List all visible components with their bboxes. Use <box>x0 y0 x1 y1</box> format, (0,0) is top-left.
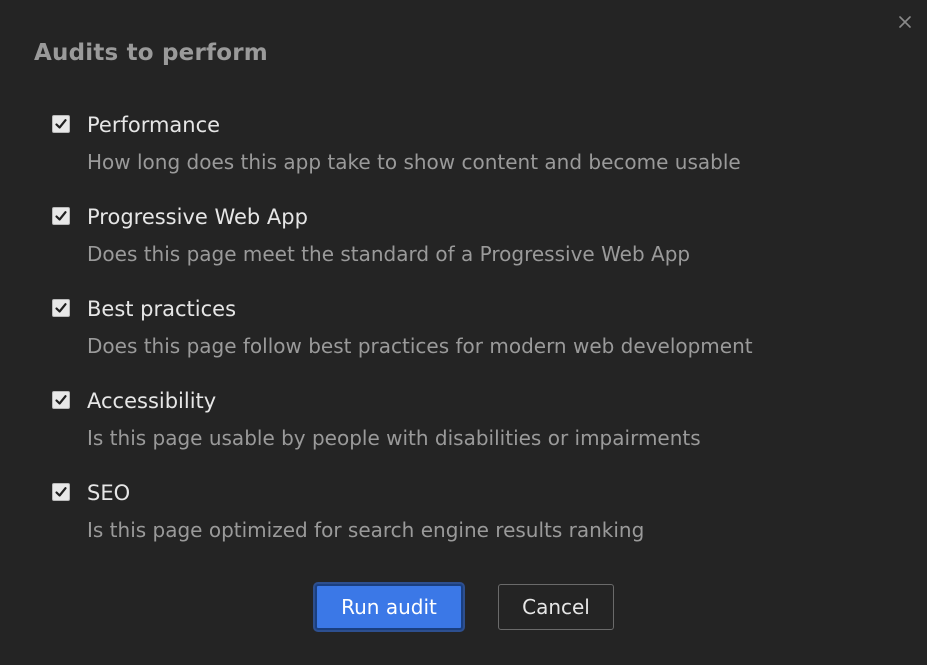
audit-label: Best practices <box>87 297 237 321</box>
audit-item-best-practices[interactable]: Best practices Does this page follow bes… <box>52 294 872 386</box>
checkbox-seo[interactable] <box>52 483 70 501</box>
audit-description: Does this page meet the standard of a Pr… <box>87 242 691 266</box>
audit-item-performance[interactable]: Performance How long does this app take … <box>52 110 872 202</box>
checkbox-accessibility[interactable] <box>52 391 70 409</box>
button-row: Run audit Cancel <box>0 584 927 632</box>
checkmark-icon <box>55 303 67 313</box>
audit-label: Performance <box>87 113 221 137</box>
dialog-title: Audits to perform <box>34 40 268 66</box>
audit-description: Is this page optimized for search engine… <box>87 518 645 542</box>
checkbox-pwa[interactable] <box>52 207 70 225</box>
run-audit-button[interactable]: Run audit <box>315 584 463 630</box>
audit-description: Does this page follow best practices for… <box>87 334 753 358</box>
checkbox-performance[interactable] <box>52 115 70 133</box>
audit-label: SEO <box>87 481 131 505</box>
audit-item-pwa[interactable]: Progressive Web App Does this page meet … <box>52 202 872 294</box>
close-icon <box>899 16 911 28</box>
audit-label: Progressive Web App <box>87 205 308 229</box>
audit-list: Performance How long does this app take … <box>52 110 872 570</box>
close-button[interactable] <box>895 12 915 32</box>
audit-item-seo[interactable]: SEO Is this page optimized for search en… <box>52 478 872 570</box>
audit-item-accessibility[interactable]: Accessibility Is this page usable by peo… <box>52 386 872 478</box>
checkmark-icon <box>55 211 67 221</box>
checkmark-icon <box>55 487 67 497</box>
audit-description: How long does this app take to show cont… <box>87 150 741 174</box>
audit-description: Is this page usable by people with disab… <box>87 426 701 450</box>
checkmark-icon <box>55 395 67 405</box>
checkbox-best-practices[interactable] <box>52 299 70 317</box>
audit-label: Accessibility <box>87 389 217 413</box>
cancel-button[interactable]: Cancel <box>498 584 614 630</box>
audits-dialog: Audits to perform Performance How long d… <box>0 0 927 665</box>
checkmark-icon <box>55 119 67 129</box>
